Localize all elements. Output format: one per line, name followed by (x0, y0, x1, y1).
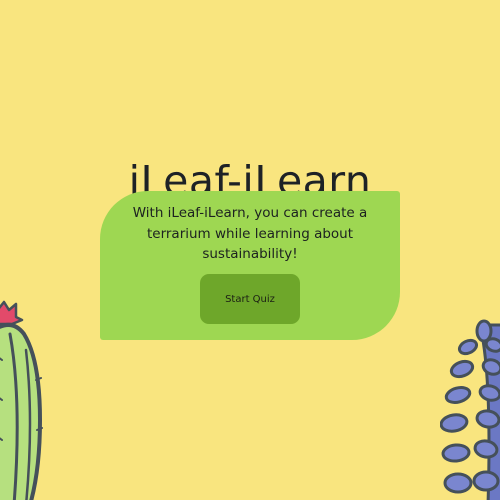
start-quiz-button[interactable]: Start Quiz (200, 274, 300, 324)
cactus-icon (0, 300, 43, 500)
succulent-icon (440, 319, 500, 500)
intro-description: With iLeaf-iLearn, you can create a terr… (132, 205, 368, 262)
intro-card: With iLeaf-iLearn, you can create a terr… (100, 191, 400, 340)
